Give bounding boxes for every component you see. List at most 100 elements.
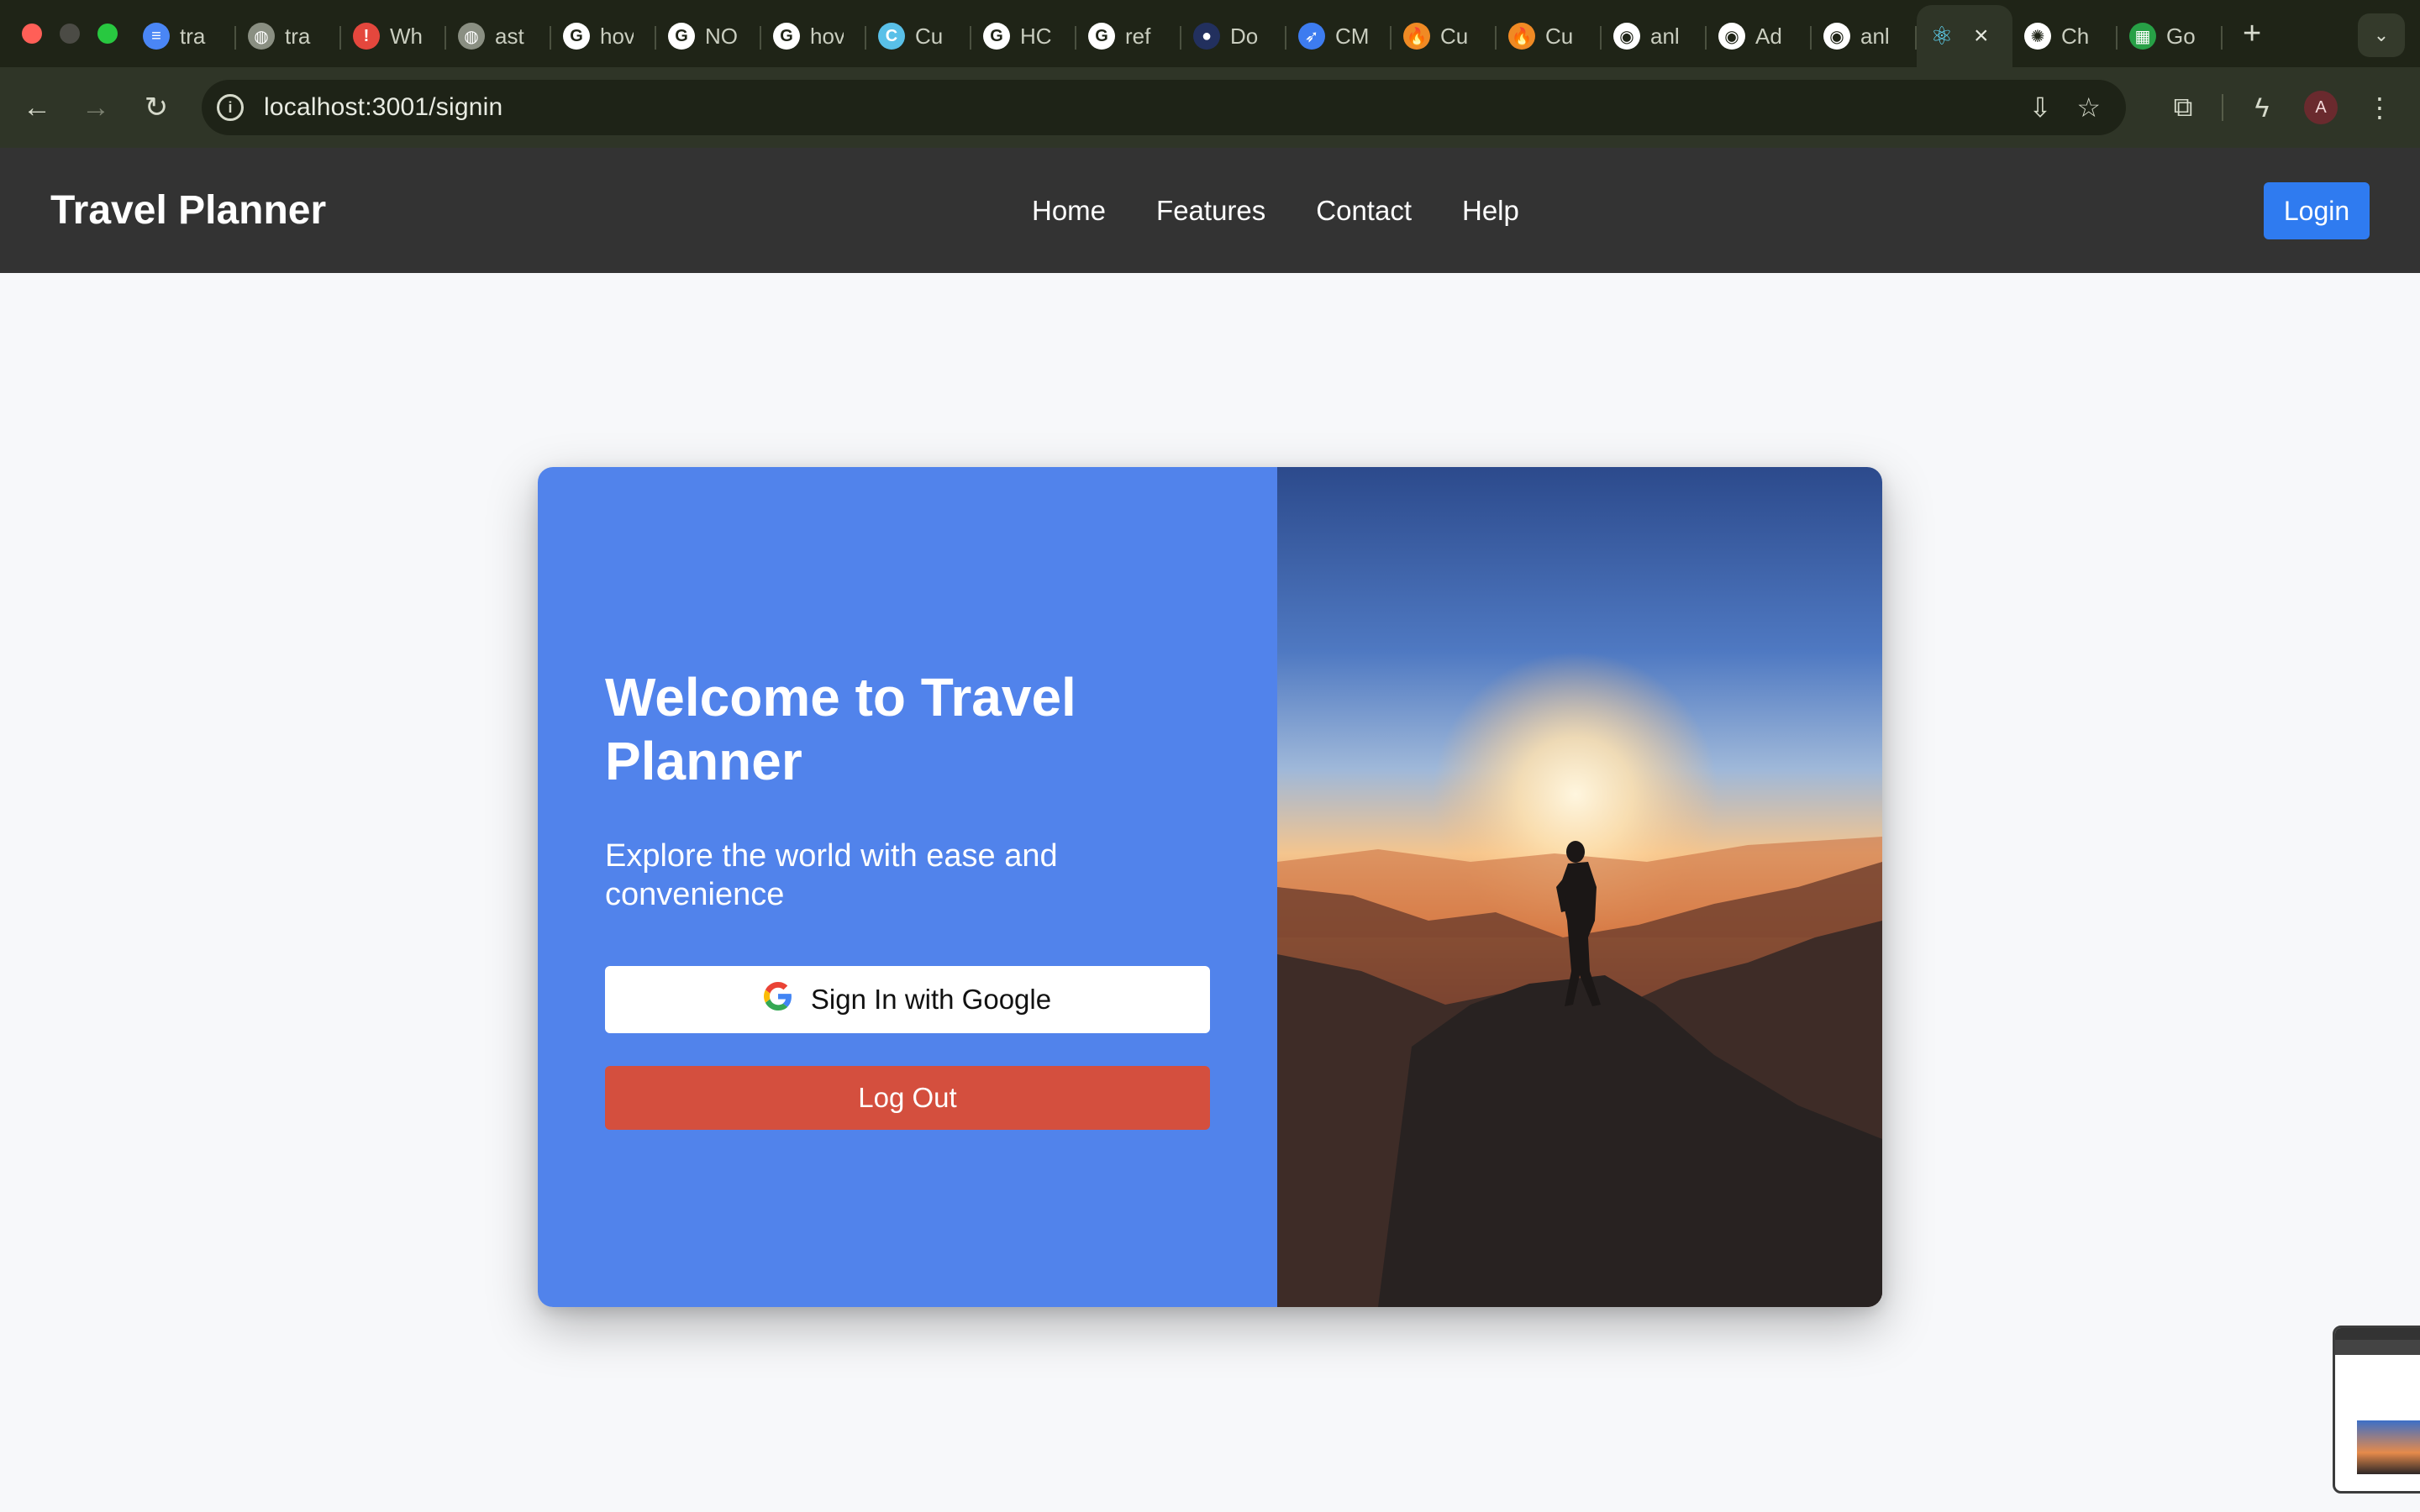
browser-tab[interactable]: Gref bbox=[1076, 11, 1181, 61]
maximize-window-button[interactable] bbox=[97, 24, 118, 44]
globe-icon: ◍ bbox=[458, 23, 485, 50]
site-info-icon[interactable]: i bbox=[217, 94, 244, 121]
tab-title: Cu bbox=[915, 23, 944, 49]
tab-title: hov bbox=[810, 23, 844, 49]
toolbar-divider bbox=[2222, 94, 2223, 121]
tab-title: hov bbox=[600, 23, 634, 49]
browser-tab[interactable]: 🔥 Cu bbox=[1497, 11, 1602, 61]
tab-title: HC bbox=[1020, 23, 1052, 49]
nav-help[interactable]: Help bbox=[1462, 195, 1519, 227]
bookmark-star-icon[interactable]: ☆ bbox=[2076, 92, 2101, 123]
more-menu-icon[interactable]: ⋮ bbox=[2360, 87, 2400, 128]
screenshot-thumbnail[interactable] bbox=[2333, 1326, 2420, 1494]
browser-tab[interactable]: ➶ CM bbox=[1286, 11, 1392, 61]
forward-button[interactable]: → bbox=[77, 89, 114, 126]
profile-button[interactable]: A bbox=[2301, 87, 2341, 128]
arrow-left-icon: ← bbox=[23, 91, 51, 123]
tab-title: tra bbox=[285, 23, 311, 49]
url-text[interactable]: localhost:3001/signin bbox=[264, 93, 502, 122]
back-button[interactable]: ← bbox=[18, 89, 55, 126]
browser-tab[interactable]: ✺ Ch bbox=[2012, 11, 2118, 61]
minimize-window-button[interactable] bbox=[60, 24, 80, 44]
docs-icon: ≡ bbox=[143, 23, 170, 50]
flame-icon: 🔥 bbox=[1403, 23, 1430, 50]
google-icon: G bbox=[983, 23, 1010, 50]
install-app-icon[interactable]: ⇩ bbox=[2029, 92, 2052, 123]
main-nav: Home Features Contact Help bbox=[1032, 195, 1519, 227]
globe-icon: ◍ bbox=[248, 23, 275, 50]
signin-panel: Welcome to Travel Planner Explore the wo… bbox=[538, 467, 1277, 1307]
google-signin-button[interactable]: Sign In with Google bbox=[605, 966, 1210, 1033]
cursor-icon: C bbox=[878, 23, 905, 50]
nav-home[interactable]: Home bbox=[1032, 195, 1106, 227]
browser-tab[interactable]: ▦ Go bbox=[2118, 11, 2223, 61]
alert-icon: ! bbox=[353, 23, 380, 50]
reload-icon: ↻ bbox=[144, 92, 169, 123]
reload-button[interactable]: ↻ bbox=[138, 89, 175, 126]
nav-features[interactable]: Features bbox=[1156, 195, 1265, 227]
browser-tab[interactable]: G NO bbox=[656, 11, 761, 61]
openai-icon: ✺ bbox=[2024, 23, 2051, 50]
browser-tab[interactable]: ! Wh bbox=[341, 11, 446, 61]
close-tab-icon[interactable]: × bbox=[1974, 22, 1989, 50]
react-icon: ⚛ bbox=[1930, 22, 1954, 50]
app-header: Travel Planner Home Features Contact Hel… bbox=[0, 148, 2420, 273]
tab-title: ast bbox=[495, 23, 524, 49]
tab-title: tra bbox=[180, 23, 206, 49]
logout-button[interactable]: Log Out bbox=[605, 1066, 1210, 1130]
close-window-button[interactable] bbox=[22, 24, 42, 44]
browser-toolbar: ← → ↻ i localhost:3001/signin ⇩ ☆ ⧉ ϟ A … bbox=[0, 67, 2420, 148]
thumbnail-image bbox=[2357, 1420, 2420, 1474]
tab-title: Cu bbox=[1440, 23, 1469, 49]
tab-search-button[interactable]: ⌄ bbox=[2358, 13, 2405, 57]
browser-tab[interactable]: ◍ ast bbox=[446, 11, 551, 61]
brand-title[interactable]: Travel Planner bbox=[50, 187, 326, 234]
browser-tab[interactable]: ≡ tra bbox=[131, 11, 236, 61]
tab-title: ref bbox=[1125, 23, 1151, 49]
circle-icon: ● bbox=[1193, 23, 1220, 50]
performance-icon[interactable]: ϟ bbox=[2242, 87, 2282, 128]
address-bar[interactable]: i localhost:3001/signin ⇩ ☆ bbox=[202, 80, 2126, 135]
browser-tab[interactable]: ● Do bbox=[1181, 11, 1286, 61]
google-icon: G bbox=[668, 23, 695, 50]
github-icon: ◉ bbox=[1613, 23, 1640, 50]
browser-tab[interactable]: G HC bbox=[971, 11, 1076, 61]
signin-card: Welcome to Travel Planner Explore the wo… bbox=[538, 467, 1882, 1307]
jira-icon: ➶ bbox=[1298, 23, 1325, 50]
tab-title: Ch bbox=[2061, 23, 2090, 49]
browser-tab[interactable]: C Cu bbox=[866, 11, 971, 61]
nav-contact[interactable]: Contact bbox=[1316, 195, 1412, 227]
thumbnail-header bbox=[2335, 1340, 2420, 1355]
login-button[interactable]: Login bbox=[2264, 182, 2370, 239]
browser-tab[interactable]: ◉ anl bbox=[1812, 11, 1917, 61]
extensions-icon[interactable]: ⧉ bbox=[2163, 87, 2203, 128]
avatar: A bbox=[2304, 91, 2338, 124]
active-browser-tab[interactable]: ⚛ × bbox=[1917, 5, 2012, 67]
browser-tab-bar: ≡ tra ◍ tra! Wh ◍ ast Ghov G NO Ghov C Cu G HC Gref ● Do ➶… bbox=[0, 0, 2420, 67]
google-icon: G bbox=[773, 23, 800, 50]
chevron-down-icon: ⌄ bbox=[2373, 24, 2390, 45]
tab-title: Do bbox=[1230, 23, 1259, 49]
github-icon: ◉ bbox=[1718, 23, 1745, 50]
browser-tab[interactable]: Ghov bbox=[551, 11, 656, 61]
google-icon: G bbox=[563, 23, 590, 50]
browser-tab[interactable]: ◉ Ad bbox=[1707, 11, 1812, 61]
tab-strip: ≡ tra ◍ tra! Wh ◍ ast Ghov G NO Ghov C Cu G HC Gref ● Do ➶… bbox=[131, 0, 2261, 67]
google-icon: G bbox=[1088, 23, 1115, 50]
tab-title: Wh bbox=[390, 23, 423, 49]
new-tab-button[interactable]: + bbox=[2243, 16, 2261, 52]
browser-tab[interactable]: ◍ tra bbox=[236, 11, 341, 61]
browser-tab[interactable]: ◉ anl bbox=[1602, 11, 1707, 61]
browser-tab[interactable]: 🔥 Cu bbox=[1392, 11, 1497, 61]
welcome-heading: Welcome to Travel Planner bbox=[605, 667, 1076, 791]
google-logo-icon bbox=[763, 982, 792, 1017]
flame-icon: 🔥 bbox=[1508, 23, 1535, 50]
hero-image bbox=[1277, 467, 1882, 1307]
thumbnail-tabbar bbox=[2335, 1328, 2420, 1340]
tab-title: CM bbox=[1335, 23, 1369, 49]
browser-tab[interactable]: Ghov bbox=[761, 11, 866, 61]
window-controls bbox=[0, 24, 131, 44]
tab-title: Go bbox=[2166, 23, 2196, 49]
tagline: Explore the world with ease and convenie… bbox=[605, 838, 1058, 912]
github-icon: ◉ bbox=[1823, 23, 1850, 50]
